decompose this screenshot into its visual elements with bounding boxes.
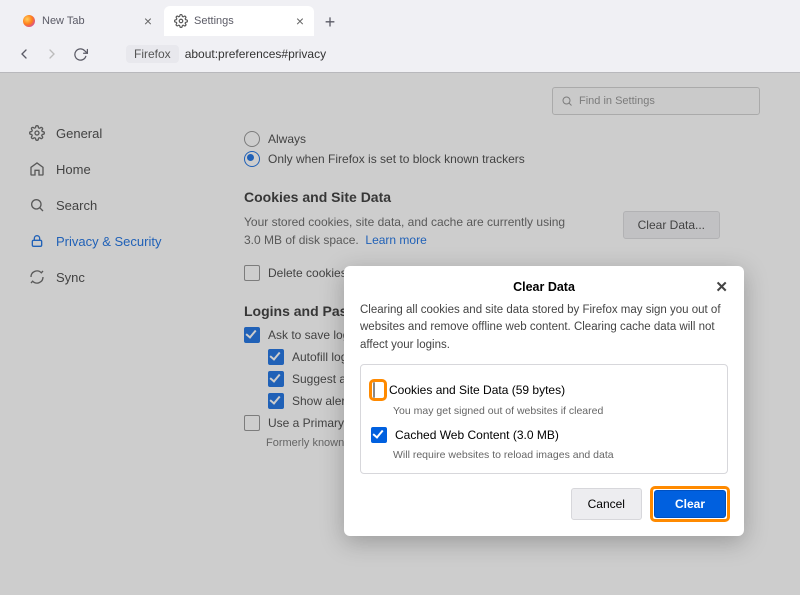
clear-data-dialog: Clear Data ✕ Clearing all cookies and si… (344, 266, 744, 536)
toolbar: Firefox about:preferences#privacy (0, 36, 800, 73)
cancel-button[interactable]: Cancel (571, 488, 642, 520)
cache-option-checkbox[interactable]: Cached Web Content (3.0 MB) (371, 427, 717, 443)
gear-icon (174, 14, 188, 28)
url-host: Firefox (126, 45, 179, 63)
close-icon[interactable]: × (144, 13, 152, 29)
firefox-icon (22, 14, 36, 28)
close-icon[interactable]: × (296, 13, 304, 29)
checkbox-icon (371, 427, 387, 443)
dialog-actions: Cancel Clear (360, 488, 728, 520)
checkbox-label: Cookies and Site Data (59 bytes) (389, 383, 565, 397)
url-path: about:preferences#privacy (185, 47, 326, 61)
highlight-marker (371, 381, 385, 399)
dialog-description: Clearing all cookies and site data store… (360, 302, 728, 354)
address-bar[interactable]: Firefox about:preferences#privacy (104, 41, 790, 67)
firefox-window: New Tab × Settings × + Firefox about:pre… (0, 0, 800, 595)
new-tab-button[interactable]: + (316, 8, 344, 36)
tab-label: New Tab (42, 15, 85, 27)
reload-button[interactable] (66, 40, 94, 68)
close-icon[interactable]: ✕ (715, 278, 728, 296)
tab-settings[interactable]: Settings × (164, 6, 314, 36)
option-subtext: Will require websites to reload images a… (393, 449, 717, 461)
dialog-options: Cookies and Site Data (59 bytes) You may… (360, 364, 728, 474)
tab-new-tab[interactable]: New Tab × (12, 6, 162, 36)
forward-button[interactable] (38, 40, 66, 68)
dialog-title: Clear Data (513, 280, 575, 294)
clear-button[interactable]: Clear (654, 490, 726, 518)
cookies-option-checkbox[interactable]: Cookies and Site Data (59 bytes) (371, 381, 717, 399)
checkbox-icon (373, 382, 375, 398)
tab-strip: New Tab × Settings × + (0, 0, 800, 36)
highlight-marker: Clear (652, 488, 728, 520)
back-button[interactable] (10, 40, 38, 68)
tab-label: Settings (194, 15, 234, 27)
firefox-icon (104, 46, 120, 62)
checkbox-label: Cached Web Content (3.0 MB) (395, 428, 559, 442)
option-subtext: You may get signed out of websites if cl… (393, 405, 717, 417)
